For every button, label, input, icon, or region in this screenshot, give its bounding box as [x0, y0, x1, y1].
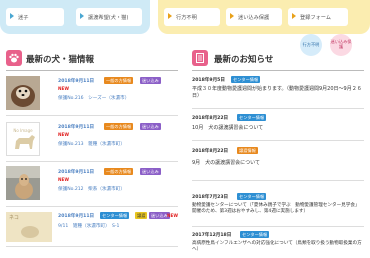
- divider: [192, 226, 364, 227]
- divider: [6, 206, 178, 207]
- badge-general: 一般の方情報: [104, 168, 134, 175]
- dog-silhouette-icon: [15, 135, 35, 149]
- nav-button-adoption[interactable]: 譲渡希望(犬・猫): [76, 8, 142, 26]
- pet-link[interactable]: 9/11 雑種（氷濃市町） S-1: [58, 223, 119, 229]
- badge-adoption-info: 譲渡情報: [237, 147, 258, 154]
- new-label: NEW: [58, 177, 69, 182]
- news-link[interactable]: 9月 犬の譲渡講習会について: [192, 160, 362, 167]
- badge-center: センター情報: [100, 212, 130, 219]
- arrow-icon: [292, 13, 296, 19]
- nav-left-group: 迷子 譲渡希望(犬・猫): [0, 0, 150, 34]
- page: 迷子 譲渡希望(犬・猫) 行方不明 迷い込み保護 登録フォーム 行方不明 迷い込…: [0, 0, 370, 258]
- tag-label: 迷い込み保護: [330, 39, 352, 49]
- arrow-icon: [10, 13, 14, 19]
- arrow-icon: [168, 13, 172, 19]
- nav-label: 譲渡希望(犬・猫): [88, 14, 129, 21]
- badge-stray: 迷い込み: [140, 123, 161, 130]
- pet-link[interactable]: 保護No.213 雑種（氷濃市町）: [58, 141, 125, 147]
- nav-label: 行方不明: [176, 14, 197, 21]
- news-date: 2018年9月5日: [192, 78, 225, 83]
- news-date: 2018年7月23日: [192, 195, 229, 200]
- pet-photo[interactable]: [6, 166, 40, 200]
- new-label: NEW: [167, 213, 178, 218]
- pet-photo[interactable]: ネコ: [6, 212, 52, 242]
- badge-adoption: 譲渡: [135, 212, 148, 219]
- badge-stray: 迷い込み: [140, 77, 161, 84]
- pet-link[interactable]: 保護No.212 柴系（氷濃市町）: [58, 186, 125, 192]
- divider: [6, 70, 178, 71]
- divider: [192, 108, 364, 109]
- divider: [6, 115, 178, 116]
- divider: [192, 140, 364, 141]
- nav-button-form[interactable]: 登録フォーム: [288, 8, 348, 26]
- nav-button-missing[interactable]: 行方不明: [164, 8, 220, 26]
- tag-label: 行方不明: [302, 41, 320, 47]
- arrow-icon: [80, 13, 84, 19]
- nav-label: 迷い込み保護: [238, 14, 270, 21]
- new-label: NEW: [58, 86, 69, 91]
- badge-center: センター情報: [240, 231, 270, 238]
- news-link[interactable]: 高病原性鳥インフルエンザへの対応強化について（鳥類を取り扱う動物取扱業の方へ）: [192, 241, 362, 254]
- paw-icon: [6, 50, 22, 66]
- badge-center: センター情報: [231, 76, 261, 83]
- news-date: 2018年8月22日: [192, 116, 229, 121]
- pet-date: 2018年9月11日: [58, 79, 95, 84]
- news-link[interactable]: 平成３０年度動物愛護週間が始まります。（動物愛護週間9月20日～9月２６日）: [192, 86, 362, 101]
- divider: [6, 161, 178, 162]
- pets-section-title: 最新の犬・猫情報: [26, 55, 95, 65]
- badge-center: センター情報: [237, 114, 267, 121]
- arrow-icon: [230, 13, 234, 19]
- news-date: 2017年12月18日: [192, 233, 232, 238]
- badge-center: センター情報: [237, 193, 267, 200]
- news-link[interactable]: 動物愛護センターについて（「夏休み親子で学ぶ 動物愛護管理センター見学会」開催の…: [192, 203, 362, 216]
- pet-link[interactable]: 保護No.216 シーズー（氷濃市）: [58, 95, 129, 101]
- stray-tag-circle[interactable]: 迷い込み保護: [330, 34, 352, 56]
- missing-tag-circle[interactable]: 行方不明: [300, 34, 322, 56]
- badge-stray: 迷い込み: [140, 168, 161, 175]
- divider: [192, 180, 364, 181]
- nav-label: 登録フォーム: [300, 14, 331, 21]
- news-date: 2018年8月22日: [192, 149, 229, 154]
- divider: [6, 246, 178, 247]
- document-icon: [192, 50, 208, 66]
- pet-date: 2018年9月11日: [58, 170, 95, 175]
- new-label: NEW: [58, 132, 69, 137]
- nav-button-stray[interactable]: 迷い込み保護: [226, 8, 282, 26]
- pet-date: 2018年9月11日: [58, 214, 95, 219]
- pet-photo[interactable]: [6, 76, 40, 110]
- pet-date: 2018年9月11日: [58, 125, 95, 130]
- nav-right-group: 行方不明 迷い込み保護 登録フォーム: [158, 0, 370, 34]
- badge-general: 一般の方情報: [104, 123, 134, 130]
- divider: [192, 70, 364, 71]
- nav-label: 迷子: [18, 14, 29, 21]
- news-section-title: 最新のお知らせ: [214, 55, 274, 65]
- news-link[interactable]: 10月 犬の譲渡講習会について: [192, 125, 362, 132]
- no-image-placeholder[interactable]: No Image: [6, 122, 40, 156]
- badge-general: 一般の方情報: [104, 77, 134, 84]
- nav-button-lost[interactable]: 迷子: [6, 8, 64, 26]
